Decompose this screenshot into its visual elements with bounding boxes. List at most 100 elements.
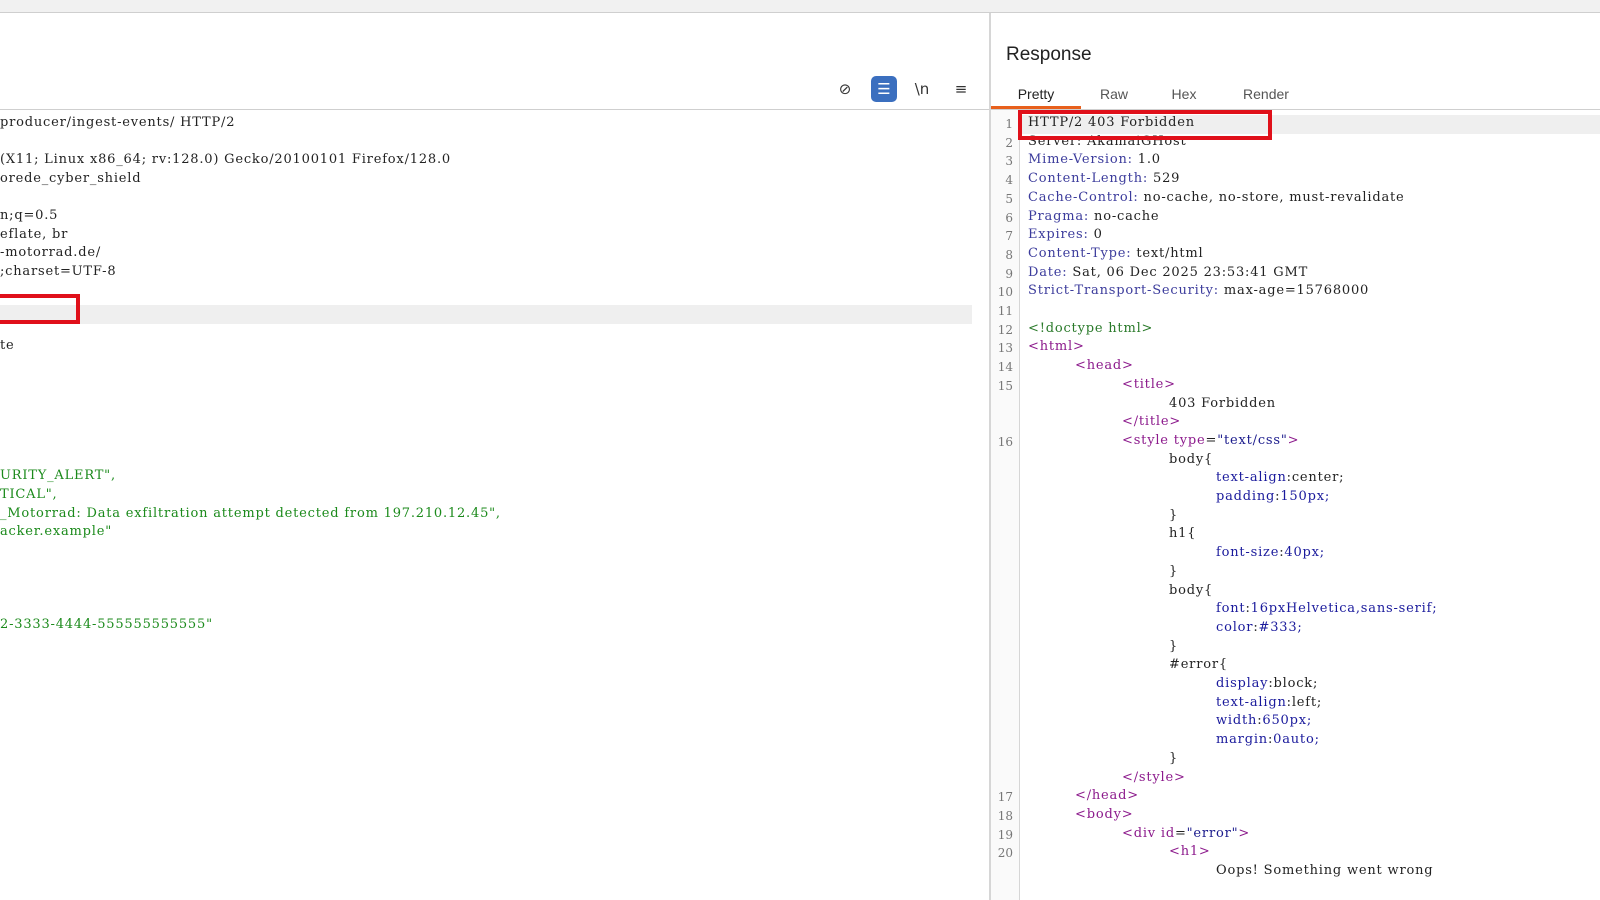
css-selector-part: } bbox=[1169, 563, 1179, 579]
response-title: Response bbox=[1006, 44, 1092, 65]
header-line-part: Strict-Transport-Security: bbox=[1028, 283, 1219, 299]
css-declaration: text-align:center; bbox=[1216, 470, 1344, 485]
line-number: 16 bbox=[997, 434, 1013, 449]
header-line-part: Sat, 06 Dec 2025 23:53:41 GMT bbox=[1067, 264, 1309, 280]
css-selector: } bbox=[1169, 508, 1178, 523]
h1-text-part: Oops! Something went wrong bbox=[1216, 863, 1434, 878]
line-number: 12 bbox=[997, 322, 1013, 337]
css-value: #333; bbox=[1258, 619, 1303, 635]
request-line: n;q=0.5 bbox=[0, 208, 59, 223]
head-close: </head> bbox=[1075, 788, 1139, 803]
line-number: 13 bbox=[997, 341, 1013, 356]
header-line-part: 1.0 bbox=[1132, 152, 1161, 168]
hide-icon[interactable]: ⊘ bbox=[832, 76, 858, 102]
header-line-part: Mime-Version: bbox=[1028, 152, 1133, 168]
request-toolbar: ⊘ ☰ \n ≡ bbox=[0, 13, 989, 109]
css-selector: #error{ bbox=[1169, 657, 1228, 672]
css-value: 0auto; bbox=[1273, 732, 1320, 748]
css-value: 40px; bbox=[1284, 545, 1325, 561]
line-number: 7 bbox=[1005, 229, 1013, 244]
request-line: (X11; Linux x86_64; rv:128.0) Gecko/2010… bbox=[0, 152, 451, 168]
title-text-part: 403 Forbidden bbox=[1169, 395, 1276, 411]
response-pane: Response Pretty Raw Hex Render HTTP/2 40… bbox=[991, 13, 1600, 900]
css-selector: } bbox=[1169, 564, 1178, 579]
css-selector-part: body{ bbox=[1169, 582, 1214, 598]
css-value: 650px; bbox=[1262, 713, 1313, 729]
css-property: margin bbox=[1216, 732, 1268, 748]
wrap-lines-icon[interactable]: ☰ bbox=[871, 76, 897, 102]
line-number: 3 bbox=[1005, 154, 1013, 169]
html-open: <html> bbox=[1028, 339, 1085, 354]
header-line: Date: Sat, 06 Dec 2025 23:53:41 GMT bbox=[1028, 265, 1308, 280]
window-top-bar bbox=[0, 0, 1600, 13]
css-value: block; bbox=[1273, 676, 1319, 691]
head-open: <head> bbox=[1075, 358, 1134, 373]
css-selector-part: h1{ bbox=[1169, 526, 1197, 542]
line-number: 15 bbox=[997, 378, 1013, 393]
body-open: <body> bbox=[1075, 807, 1133, 822]
line-number: 17 bbox=[997, 790, 1013, 805]
style-close: </style> bbox=[1122, 770, 1186, 785]
header-line: Mime-Version: 1.0 bbox=[1028, 152, 1161, 167]
html-doctype-part: <!doctype html> bbox=[1028, 320, 1154, 336]
status-annotation-box bbox=[1018, 110, 1272, 140]
css-selector: body{ bbox=[1169, 452, 1213, 467]
header-line: Content-Type: text/html bbox=[1028, 246, 1203, 261]
request-pane: ⊘ ☰ \n ≡ producer/ingest-events/ HTTP/2 (… bbox=[0, 13, 989, 900]
css-property: width bbox=[1216, 713, 1258, 729]
tab-hex[interactable]: Hex bbox=[1151, 83, 1217, 109]
tab-raw[interactable]: Raw bbox=[1081, 83, 1147, 109]
css-declaration: padding:150px; bbox=[1216, 489, 1330, 504]
request-line: producer/ingest-events/ HTTP/2 bbox=[0, 115, 236, 130]
css-selector: } bbox=[1169, 751, 1178, 766]
line-number: 11 bbox=[997, 304, 1013, 318]
line-number: 19 bbox=[997, 827, 1013, 842]
css-selector: } bbox=[1169, 639, 1178, 654]
css-declaration: font:16pxHelvetica,sans-serif; bbox=[1216, 601, 1437, 616]
style-close-part: </style> bbox=[1122, 769, 1186, 785]
css-value: left; bbox=[1291, 694, 1323, 710]
tab-render[interactable]: Render bbox=[1226, 83, 1306, 109]
css-selector-part: } bbox=[1169, 750, 1179, 766]
css-declaration: display:block; bbox=[1216, 676, 1318, 691]
title-close-part: </title> bbox=[1122, 414, 1182, 430]
style-open-part: <style bbox=[1122, 432, 1174, 448]
header-line-part: no-cache bbox=[1089, 208, 1160, 224]
header-line-part: 0 bbox=[1088, 227, 1103, 243]
css-value: 16pxHelvetica,sans-serif; bbox=[1250, 601, 1438, 617]
css-selector-part: #error{ bbox=[1169, 657, 1228, 673]
title-text: 403 Forbidden bbox=[1169, 396, 1276, 411]
css-selector-part: body{ bbox=[1169, 451, 1214, 467]
css-declaration: margin:0auto; bbox=[1216, 732, 1320, 747]
header-line-part: max-age=15768000 bbox=[1218, 283, 1370, 299]
tab-pretty[interactable]: Pretty bbox=[991, 83, 1081, 109]
header-line: Pragma: no-cache bbox=[1028, 209, 1159, 224]
head-close-part: </head> bbox=[1075, 788, 1139, 804]
style-open-part: "text/css" bbox=[1217, 432, 1288, 448]
css-selector: body{ bbox=[1169, 583, 1213, 598]
title-open: <title> bbox=[1122, 377, 1176, 392]
request-annotation-box bbox=[0, 294, 80, 324]
h1-open-part: <h1> bbox=[1169, 844, 1211, 860]
style-open-part: = bbox=[1205, 432, 1218, 448]
request-line: eflate, br bbox=[0, 226, 69, 242]
line-number: 9 bbox=[1005, 266, 1013, 281]
menu-icon[interactable]: ≡ bbox=[948, 76, 974, 102]
css-value: 150px; bbox=[1280, 489, 1331, 504]
request-highlighted-row bbox=[0, 305, 972, 324]
request-line: URITY_ALERT", bbox=[0, 468, 116, 484]
line-number: 14 bbox=[997, 360, 1013, 375]
header-line: Cache-Control: no-cache, no-store, must-… bbox=[1028, 190, 1405, 205]
css-declaration: text-align:left; bbox=[1216, 695, 1322, 710]
newline-icon[interactable]: \n bbox=[909, 76, 935, 102]
header-line-part: Pragma: bbox=[1028, 208, 1090, 224]
html-open-part: <html> bbox=[1028, 339, 1085, 355]
title-open-part: <title> bbox=[1122, 376, 1176, 392]
css-property: display bbox=[1216, 676, 1269, 691]
request-editor[interactable]: producer/ingest-events/ HTTP/2 (X11; Linu… bbox=[0, 110, 989, 900]
css-selector-part: } bbox=[1169, 507, 1179, 523]
request-line: -motorrad.de/ bbox=[0, 245, 102, 261]
request-line: orede_cyber_shield bbox=[0, 170, 142, 186]
div-open-part: = bbox=[1174, 825, 1187, 841]
line-number: 8 bbox=[1005, 247, 1013, 262]
